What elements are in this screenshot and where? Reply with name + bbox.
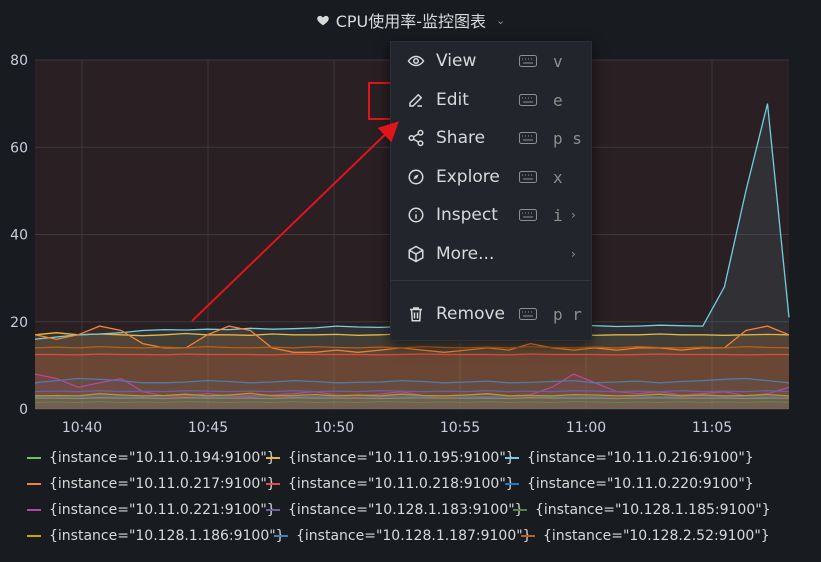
legend-item[interactable]: {instance="10.11.0.220:9100"}: [505, 476, 754, 492]
keyboard-icon: [519, 209, 537, 221]
x-tick-label: 10:40: [62, 420, 102, 436]
legend-item[interactable]: {instance="10.128.1.183:9100"}: [266, 502, 524, 518]
trash-icon: [410, 307, 422, 322]
menu-item-label: Inspect: [436, 205, 498, 225]
compass-icon: [408, 169, 424, 185]
legend-swatch: [27, 483, 41, 485]
legend-swatch: [505, 457, 519, 459]
y-tick-label: 80: [10, 53, 28, 69]
menu-item-label: More...: [436, 244, 495, 264]
legend-item[interactable]: {instance="10.11.0.195:9100"}: [266, 450, 515, 466]
legend-label: {instance="10.11.0.218:9100"}: [288, 476, 515, 492]
edit-icon: [409, 93, 423, 107]
legend-swatch: [266, 457, 280, 459]
share-icon: [408, 129, 424, 147]
menu-item-inspect[interactable]: Inspect i ›: [391, 196, 591, 234]
menu-item-label: View: [436, 51, 477, 71]
legend-item[interactable]: {instance="10.11.0.217:9100"}: [27, 476, 276, 492]
x-tick-label: 11:05: [692, 420, 732, 436]
panel-title: CPU使用率-监控图表: [335, 12, 487, 31]
menu-item-label: Edit: [436, 90, 469, 110]
legend-swatch: [266, 509, 280, 511]
legend-swatch: [27, 535, 41, 537]
legend-swatch: [27, 509, 41, 511]
keyboard-icon: [519, 55, 537, 67]
y-tick-label: 20: [10, 315, 28, 331]
legend-label: {instance="10.11.0.217:9100"}: [49, 476, 276, 492]
legend-item[interactable]: {instance="10.128.1.187:9100"}: [274, 528, 532, 544]
legend-item[interactable]: {instance="10.128.1.186:9100"}: [27, 528, 285, 544]
menu-item-more[interactable]: More... ›: [391, 235, 591, 273]
x-tick-label: 10:50: [314, 420, 354, 436]
menu-item-shortcut: p r: [553, 304, 582, 324]
menu-item-shortcut: e: [553, 90, 563, 110]
y-tick-label: 0: [19, 402, 28, 418]
chevron-down-icon[interactable]: ⌄: [496, 14, 505, 27]
legend-item[interactable]: {instance="10.11.0.216:9100"}: [505, 450, 754, 466]
legend-label: {instance="10.11.0.194:9100"}: [49, 450, 276, 466]
legend-label: {instance="10.11.0.220:9100"}: [527, 476, 754, 492]
cube-icon: [408, 245, 424, 263]
y-tick-label: 40: [10, 228, 28, 244]
menu-item-label: Explore: [436, 167, 500, 187]
keyboard-icon: [519, 132, 537, 144]
legend-label: {instance="10.11.0.221:9100"}: [49, 502, 276, 518]
panel-context-menu: View v Edit e Share p s Explore x Inspect i › More.…: [390, 41, 592, 341]
legend-item[interactable]: {instance="10.128.1.185:9100"}: [513, 502, 771, 518]
heart-icon: [316, 15, 329, 26]
legend-swatch: [274, 535, 288, 537]
keyboard-icon: [519, 171, 537, 183]
x-tick-label: 10:45: [188, 420, 228, 436]
menu-item-shortcut: x: [553, 167, 563, 187]
legend-label: {instance="10.128.1.187:9100"}: [296, 528, 532, 544]
legend-item[interactable]: {instance="10.11.0.218:9100"}: [266, 476, 515, 492]
legend-swatch: [505, 483, 519, 485]
menu-item-view[interactable]: View v: [391, 42, 591, 80]
legend-label: {instance="10.11.0.216:9100"}: [527, 450, 754, 466]
legend-label: {instance="10.128.2.52:9100"}: [543, 528, 770, 544]
legend-item[interactable]: {instance="10.128.2.52:9100"}: [521, 528, 770, 544]
legend-item[interactable]: {instance="10.11.0.221:9100"}: [27, 502, 276, 518]
series-area: [35, 346, 789, 409]
legend-label: {instance="10.128.1.186:9100"}: [49, 528, 285, 544]
legend-label: {instance="10.11.0.195:9100"}: [288, 450, 515, 466]
eye-icon: [407, 55, 425, 67]
panel-header[interactable]: CPU使用率-监控图表 ⌄: [0, 0, 821, 40]
info-icon: [408, 207, 424, 223]
legend-item[interactable]: {instance="10.11.0.194:9100"}: [27, 450, 276, 466]
menu-item-label: Share: [436, 128, 486, 148]
chevron-right-icon: ›: [571, 208, 576, 222]
menu-item-remove[interactable]: Remove p r: [391, 295, 591, 333]
x-tick-label: 10:55: [440, 420, 480, 436]
keyboard-icon: [519, 308, 537, 320]
x-tick-label: 11:00: [566, 420, 606, 436]
legend-swatch: [513, 509, 527, 511]
menu-item-explore[interactable]: Explore x: [391, 158, 591, 196]
menu-item-edit[interactable]: Edit e: [391, 81, 591, 119]
legend-swatch: [27, 457, 41, 459]
keyboard-icon: [519, 94, 537, 106]
menu-item-shortcut: v: [553, 51, 563, 71]
legend-label: {instance="10.128.1.185:9100"}: [535, 502, 771, 518]
chevron-right-icon: ›: [571, 247, 576, 261]
legend-swatch: [521, 535, 535, 537]
menu-item-share[interactable]: Share p s: [391, 119, 591, 157]
menu-item-shortcut: p s: [553, 128, 582, 148]
legend-label: {instance="10.128.1.183:9100"}: [288, 502, 524, 518]
legend-swatch: [266, 483, 280, 485]
y-tick-label: 60: [10, 140, 28, 156]
menu-divider: [391, 280, 591, 281]
menu-item-label: Remove: [436, 304, 505, 324]
menu-item-shortcut: i: [553, 205, 563, 225]
